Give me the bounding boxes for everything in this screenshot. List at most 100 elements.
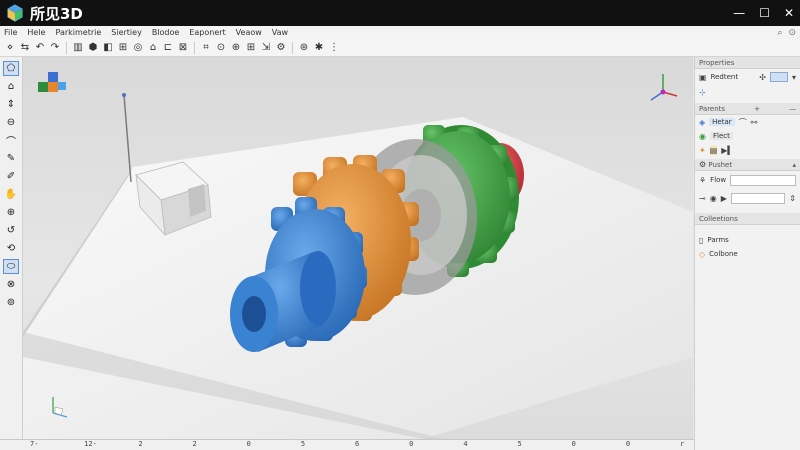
frame-icon[interactable]: ⊏: [162, 42, 174, 54]
orbit-left-icon[interactable]: ⟲: [3, 241, 19, 256]
view-cube-icon[interactable]: [38, 72, 66, 92]
ruler-label: 12-: [84, 440, 97, 448]
select-tool-icon[interactable]: ⋄: [4, 42, 16, 54]
collection-colbone[interactable]: Colbone: [709, 250, 738, 258]
ruler-label: 6: [355, 440, 360, 448]
redo-icon[interactable]: ↷: [49, 42, 61, 54]
target-icon[interactable]: ⊙: [215, 42, 227, 54]
light-icon[interactable]: ✱: [313, 42, 325, 54]
mesh-icon[interactable]: ⌗: [200, 42, 212, 54]
curve-icon[interactable]: ⌒: [739, 117, 747, 128]
flow-icon: ⚘: [699, 175, 707, 185]
menu-hele[interactable]: Hele: [27, 28, 45, 37]
pushet-row[interactable]: ⚙ Pushet: [699, 160, 732, 169]
parent-hetar-icon: ◈: [699, 117, 706, 127]
mode-dropdown[interactable]: [769, 72, 788, 82]
pan-icon[interactable]: ⇕: [3, 97, 19, 112]
properties-header: Properties: [695, 57, 800, 69]
play-icon[interactable]: ▶: [721, 194, 727, 203]
home-icon[interactable]: ⌂: [3, 79, 19, 94]
arc-icon[interactable]: ⌒: [3, 133, 19, 148]
add-parent-button[interactable]: +: [754, 105, 760, 113]
mode-dropdown-caret[interactable]: ▾: [792, 73, 796, 82]
menu-parkimetrie[interactable]: Parkimetrie: [55, 28, 101, 37]
title-bar: 所见3D — ☐ ✕: [0, 0, 800, 26]
menu-file[interactable]: File: [4, 28, 17, 37]
ruler-label: 7-: [30, 440, 39, 448]
snap-icon[interactable]: ⊞: [245, 42, 257, 54]
frame-small-icon[interactable]: ▤: [709, 145, 718, 155]
pen-icon[interactable]: ✐: [3, 169, 19, 184]
sketch-icon[interactable]: ✎: [3, 151, 19, 166]
toolbar-separator: [194, 41, 195, 54]
gear-icon[interactable]: ⊛: [298, 42, 310, 54]
layout-icon[interactable]: ⊞: [117, 42, 129, 54]
eye-icon[interactable]: ◉: [710, 194, 717, 203]
flow-input[interactable]: [730, 174, 796, 186]
pushet-caret[interactable]: ▴: [792, 161, 796, 169]
ruler-label: 5: [517, 440, 522, 448]
properties-title: Properties: [699, 58, 735, 67]
collections-title: Colleetions: [699, 214, 738, 223]
collection-colbone-icon: ◇: [699, 249, 706, 259]
settings-icon[interactable]: ⚙: [275, 42, 287, 54]
cube-icon: ▣: [699, 72, 707, 82]
pin-small-icon[interactable]: ✦: [699, 146, 706, 155]
app-title: 所见3D: [30, 4, 83, 23]
key-icon[interactable]: ⊸: [699, 194, 706, 203]
move-tool-icon[interactable]: ⇆: [19, 42, 31, 54]
menu-blodoe[interactable]: Blodoe: [152, 28, 180, 37]
link-icon[interactable]: ⚯: [751, 118, 758, 127]
parent-row-flect[interactable]: Flect: [709, 132, 733, 140]
menu-veaow[interactable]: Veaow: [236, 28, 262, 37]
section-icon[interactable]: ⊗: [3, 277, 19, 292]
parents-header: Parents + —: [695, 103, 800, 115]
more-icon[interactable]: ⋮: [328, 42, 340, 54]
select-shape-icon[interactable]: ⬠: [3, 61, 19, 76]
shade-icon[interactable]: ◧: [102, 42, 114, 54]
properties-panel: Properties ▣ Redtent ✣ ▾ ⊹ Parents + — ◈…: [694, 57, 800, 450]
menu-bar: File Hele Parkimetrie Siertiey Blodoe Eaponer…: [0, 26, 800, 39]
collection-parms[interactable]: Parms: [707, 236, 728, 244]
minimize-button[interactable]: —: [733, 6, 745, 20]
parent-flect-icon: ◉: [699, 131, 706, 141]
maximize-button[interactable]: ☐: [759, 6, 770, 20]
hand-icon[interactable]: ✋: [3, 187, 19, 202]
app-logo-icon: [7, 4, 23, 22]
menu-vaw[interactable]: Vaw: [272, 28, 288, 37]
main-toolbar: ⋄ ⇆ ↶ ↷ ▥ ⬢ ◧ ⊞ ◎ ⌂ ⊏ ⊠ ⌗ ⊙ ⊕ ⊞ ⇲ ⚙ ⊛ ✱ ⋮: [0, 39, 800, 57]
parent-row-hetar[interactable]: Hetar: [709, 118, 735, 126]
menu-siertiey[interactable]: Siertiey: [111, 28, 142, 37]
add-point-icon[interactable]: ⊕: [230, 42, 242, 54]
redtent-label: Redtent: [710, 73, 739, 81]
move-small-icon[interactable]: ✣: [759, 73, 766, 82]
transform-icon[interactable]: ⊹: [699, 88, 706, 97]
search-icon[interactable]: ⌕: [777, 27, 782, 38]
undo-icon[interactable]: ↶: [34, 42, 46, 54]
ruler-label: 2: [138, 440, 143, 448]
parents-title: Parents: [699, 104, 726, 113]
ellipse-icon[interactable]: ⬭: [3, 259, 19, 274]
menu-eaponert[interactable]: Eaponert: [189, 28, 225, 37]
axis-gizmo-icon[interactable]: [650, 74, 678, 101]
left-toolbar: ⬠ ⌂ ⇕ ⊖ ⌒ ✎ ✐ ✋ ⊕ ↺ ⟲ ⬭ ⊗ ⊚: [0, 57, 23, 439]
close-button[interactable]: ✕: [784, 6, 794, 20]
ruler-label: 5: [300, 440, 306, 448]
home-view-icon[interactable]: ⌂: [147, 42, 159, 54]
zoom-in-icon[interactable]: ⊕: [3, 205, 19, 220]
rotate-icon[interactable]: ↺: [3, 223, 19, 238]
pin-icon[interactable]: ⊙: [788, 27, 796, 38]
grid-icon[interactable]: ▥: [72, 42, 84, 54]
ruler-bar: 7- 12- 2 2 0 5 6 0 4 5 0 0 r: [0, 439, 694, 450]
play-small-icon[interactable]: ▶▍: [721, 146, 733, 155]
orbit-icon[interactable]: ◎: [132, 42, 144, 54]
bounding-box-icon[interactable]: ⊠: [177, 42, 189, 54]
solid-icon[interactable]: ⬢: [87, 42, 99, 54]
3d-viewport[interactable]: [23, 57, 693, 439]
zoom-out-icon[interactable]: ⊖: [3, 115, 19, 130]
scale-icon[interactable]: ⇲: [260, 42, 272, 54]
spin-icon[interactable]: ⇕: [789, 194, 796, 203]
value-input[interactable]: [730, 192, 786, 204]
remove-parent-button[interactable]: —: [789, 105, 796, 113]
render-icon[interactable]: ⊚: [3, 295, 19, 310]
